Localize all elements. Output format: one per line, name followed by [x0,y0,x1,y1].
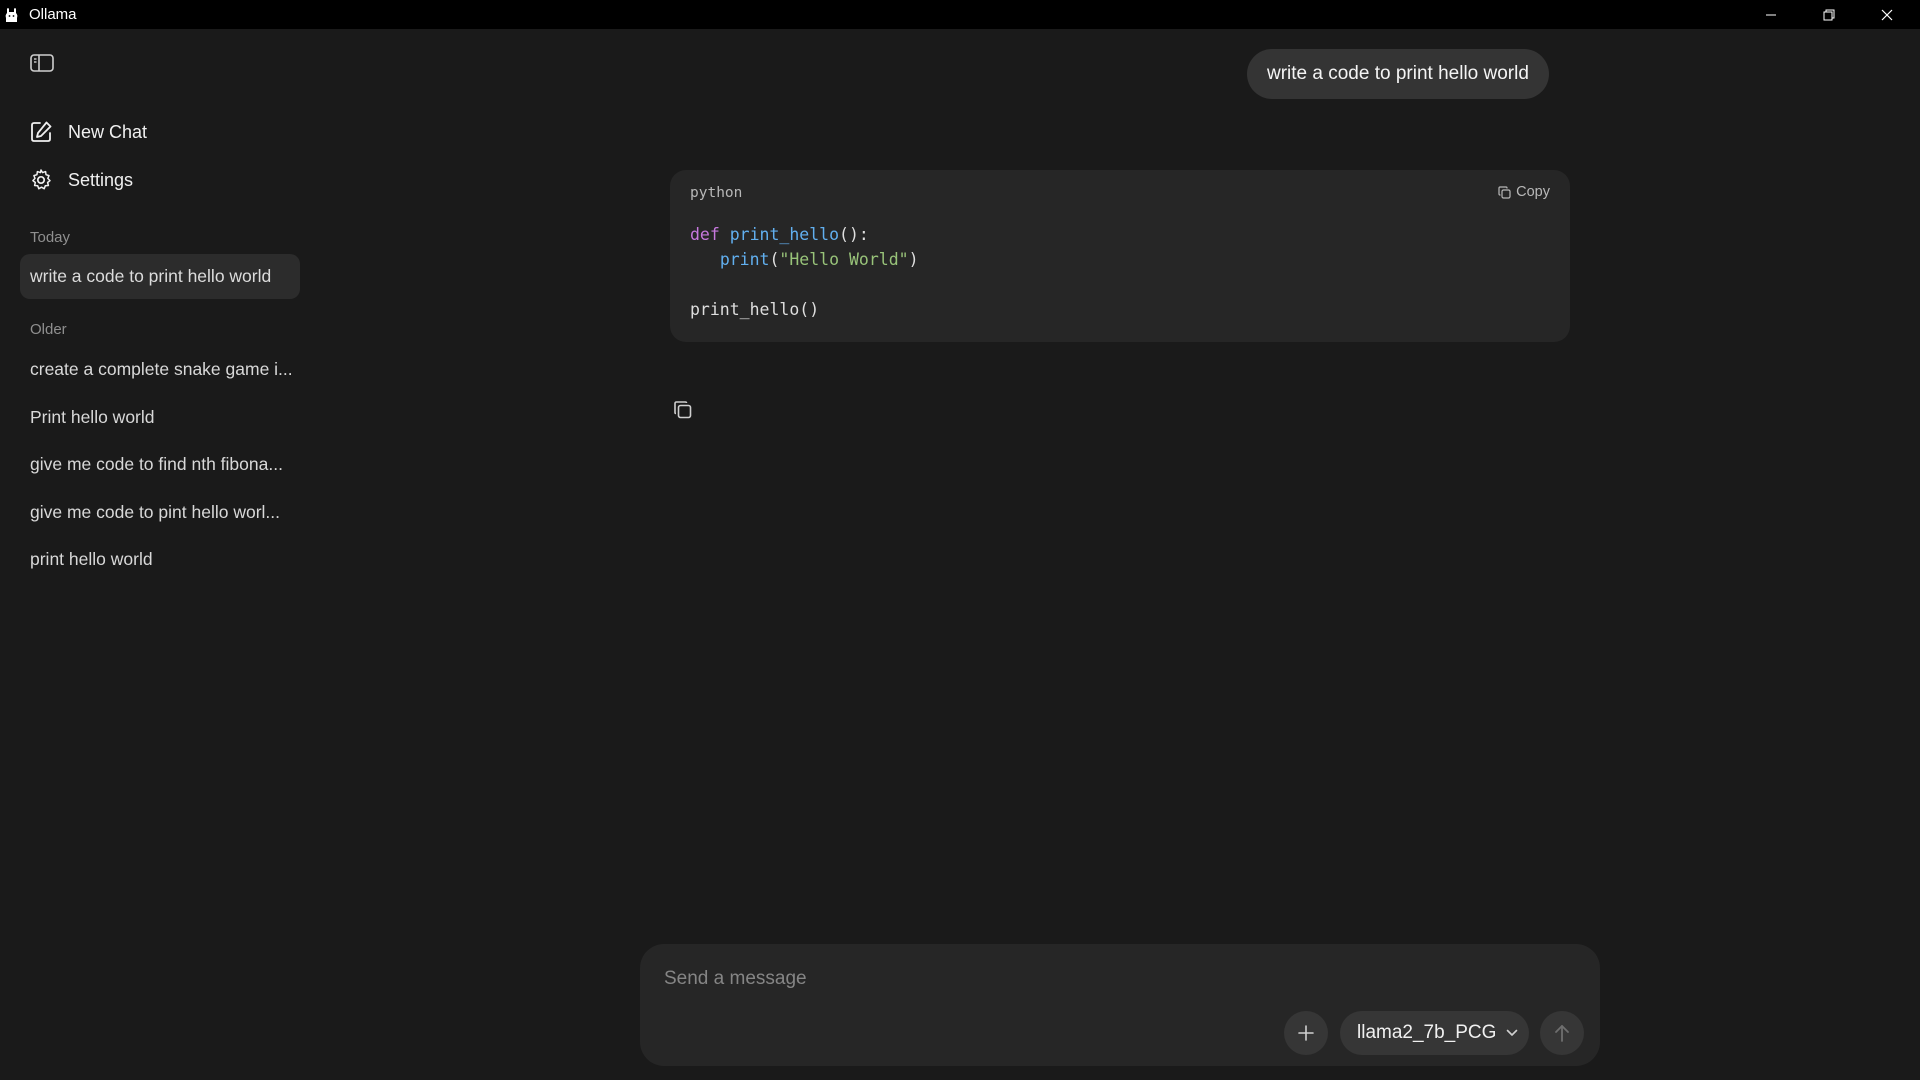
close-button[interactable] [1858,0,1916,29]
plus-icon [1298,1025,1314,1041]
code-block: python Copy def print_hello(): print("He… [670,170,1570,342]
new-chat-button[interactable]: New Chat [28,117,147,147]
code-string: "Hello World" [779,250,909,269]
message-input[interactable] [664,964,1564,994]
window-title: Ollama [29,6,77,23]
new-chat-label: New Chat [68,121,148,142]
message-composer: llama2_7b_PCG [640,944,1600,1066]
user-message-bubble: write a code to print hello world [1247,49,1549,99]
code-language-label: python [690,185,743,201]
code-text: ) [908,250,919,269]
code-line: def print_hello(): [690,222,919,247]
section-label-today: Today [30,229,71,246]
arrow-up-icon [1555,1025,1569,1042]
sidebar: New Chat Settings Today write a code to … [0,29,320,1080]
minimize-icon [1766,14,1776,15]
settings-label: Settings [68,169,134,190]
code-function: print_hello [729,225,840,244]
code-line: print_hello() [690,297,919,322]
sidebar-toggle-button[interactable] [26,49,58,77]
close-icon [1881,9,1893,20]
minimize-button[interactable] [1742,0,1800,29]
gear-icon [28,167,54,193]
chevron-down-icon [1507,1029,1518,1036]
code-text: (): [839,225,869,244]
send-button[interactable] [1540,1011,1584,1055]
copy-code-button[interactable]: Copy [1498,184,1550,200]
code-content: def print_hello(): print("Hello World") … [690,222,919,322]
model-name: llama2_7b_PCG [1357,1022,1497,1043]
code-function: print [719,250,770,269]
copy-message-button[interactable] [672,399,694,421]
code-text: ( [769,250,780,269]
restore-button[interactable] [1800,0,1858,29]
settings-button[interactable]: Settings [28,165,133,195]
title-bar: Ollama [0,0,1920,29]
chat-history-item[interactable]: Print hello world [20,395,300,440]
copy-icon [674,401,692,419]
chat-history-item[interactable]: write a code to print hello world [20,254,300,299]
attach-button[interactable] [1284,1011,1328,1055]
chat-history-item[interactable]: give me code to find nth fibona... [20,442,300,487]
copy-label: Copy [1516,184,1550,200]
restore-icon [1823,9,1835,20]
chat-history-item[interactable]: give me code to pint hello worl... [20,490,300,535]
code-text: print_hello() [690,300,820,319]
new-chat-icon [28,119,54,145]
copy-icon [1498,185,1511,199]
ollama-logo-icon [5,8,18,22]
chat-history-item[interactable]: print hello world [20,537,300,582]
model-selector[interactable]: llama2_7b_PCG [1340,1011,1529,1055]
section-label-older: Older [30,321,67,338]
sidebar-toggle-icon [30,54,54,72]
code-keyword: def [690,225,720,244]
code-line: print("Hello World") [690,247,919,272]
chat-history-item[interactable]: create a complete snake game i... [20,347,300,392]
